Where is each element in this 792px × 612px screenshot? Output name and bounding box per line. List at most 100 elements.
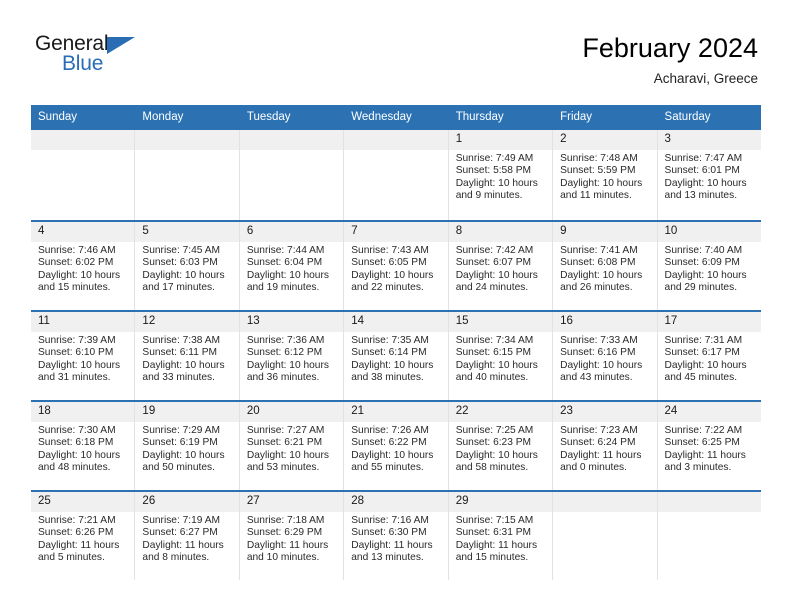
day-number: 8: [448, 222, 553, 242]
day-cell[interactable]: [657, 492, 761, 580]
daylight-text-line1: Daylight: 10 hours: [455, 449, 538, 461]
sunrise-text: Sunrise: 7:38 AM: [142, 335, 221, 346]
day-number: 27: [239, 492, 344, 512]
day-cell[interactable]: 5 Sunrise: 7:45 AM Sunset: 6:03 PM Dayli…: [135, 222, 240, 310]
day-cell[interactable]: [135, 130, 240, 220]
day-number: 18: [31, 402, 135, 422]
day-details: [240, 150, 343, 153]
sunrise-text: Sunrise: 7:36 AM: [246, 335, 325, 346]
daylight-text-line1: Daylight: 10 hours: [560, 177, 643, 189]
day-number: 22: [448, 402, 553, 422]
day-cell[interactable]: 8 Sunrise: 7:42 AM Sunset: 6:07 PM Dayli…: [448, 222, 554, 310]
weekday-header-wednesday: Wednesday: [344, 105, 449, 130]
day-cell[interactable]: 27 Sunrise: 7:18 AM Sunset: 6:29 PM Dayl…: [239, 492, 345, 580]
day-details: Sunrise: 7:36 AM Sunset: 6:12 PM Dayligh…: [240, 332, 343, 384]
daylight-text-line1: Daylight: 10 hours: [351, 359, 434, 371]
sunrise-text: Sunrise: 7:23 AM: [560, 425, 638, 436]
day-cell[interactable]: 1 Sunrise: 7:49 AM Sunset: 5:58 PM Dayli…: [448, 130, 554, 220]
day-cell[interactable]: 22 Sunrise: 7:25 AM Sunset: 6:23 PM Dayl…: [448, 402, 554, 490]
day-details: [553, 512, 656, 515]
daylight-text-line1: Daylight: 10 hours: [246, 449, 329, 461]
day-number: 10: [657, 222, 761, 242]
day-details: Sunrise: 7:44 AM Sunset: 6:04 PM Dayligh…: [240, 242, 343, 294]
day-number: 24: [657, 402, 761, 422]
day-cell[interactable]: 20 Sunrise: 7:27 AM Sunset: 6:21 PM Dayl…: [239, 402, 345, 490]
sunset-text: Sunset: 6:01 PM: [664, 165, 740, 177]
sunrise-text: Sunrise: 7:47 AM: [664, 153, 743, 164]
sunset-text: Sunset: 6:18 PM: [38, 437, 114, 449]
day-cell[interactable]: [239, 130, 345, 220]
day-number: 4: [31, 222, 135, 242]
sunset-text: Sunset: 6:05 PM: [351, 257, 427, 269]
day-cell[interactable]: 24 Sunrise: 7:22 AM Sunset: 6:25 PM Dayl…: [657, 402, 761, 490]
sunset-text: Sunset: 6:31 PM: [455, 527, 532, 539]
day-details: Sunrise: 7:38 AM Sunset: 6:11 PM Dayligh…: [135, 332, 238, 384]
daylight-text-line2: and 15 minutes.: [455, 551, 529, 563]
day-cell[interactable]: 6 Sunrise: 7:44 AM Sunset: 6:04 PM Dayli…: [239, 222, 345, 310]
day-cell[interactable]: 10 Sunrise: 7:40 AM Sunset: 6:09 PM Dayl…: [657, 222, 761, 310]
day-cell[interactable]: 21 Sunrise: 7:26 AM Sunset: 6:22 PM Dayl…: [344, 402, 449, 490]
day-number: 25: [31, 492, 135, 512]
daylight-text-line2: and 36 minutes.: [246, 371, 320, 383]
day-cell[interactable]: 7 Sunrise: 7:43 AM Sunset: 6:05 PM Dayli…: [344, 222, 449, 310]
daylight-text-line2: and 48 minutes.: [38, 461, 111, 473]
day-number: 15: [448, 312, 553, 332]
day-details: Sunrise: 7:42 AM Sunset: 6:07 PM Dayligh…: [449, 242, 552, 294]
weekday-header-saturday: Saturday: [664, 111, 711, 123]
day-cell[interactable]: 12 Sunrise: 7:38 AM Sunset: 6:11 PM Dayl…: [135, 312, 240, 400]
day-cell[interactable]: [31, 130, 136, 220]
sunset-text: Sunset: 6:11 PM: [142, 347, 217, 359]
logo-triangle-icon: [107, 37, 135, 54]
day-cell[interactable]: 19 Sunrise: 7:29 AM Sunset: 6:19 PM Dayl…: [135, 402, 240, 490]
daylight-text-line1: Daylight: 10 hours: [142, 359, 225, 371]
day-cell[interactable]: 16 Sunrise: 7:33 AM Sunset: 6:16 PM Dayl…: [553, 312, 658, 400]
sunset-text: Sunset: 6:14 PM: [351, 347, 427, 359]
sunset-text: Sunset: 6:23 PM: [455, 437, 532, 449]
day-cell[interactable]: [344, 130, 449, 220]
sunset-text: Sunset: 5:58 PM: [455, 165, 532, 177]
week-row: 25 Sunrise: 7:21 AM Sunset: 6:26 PM Dayl…: [31, 490, 761, 580]
day-number: 16: [553, 312, 657, 332]
sunrise-text: Sunrise: 7:35 AM: [351, 335, 429, 346]
day-cell[interactable]: 15 Sunrise: 7:34 AM Sunset: 6:15 PM Dayl…: [448, 312, 554, 400]
day-cell[interactable]: 26 Sunrise: 7:19 AM Sunset: 6:27 PM Dayl…: [135, 492, 240, 580]
day-cell[interactable]: 28 Sunrise: 7:16 AM Sunset: 6:30 PM Dayl…: [344, 492, 449, 580]
daylight-text-line2: and 15 minutes.: [38, 281, 111, 293]
daylight-text-line1: Daylight: 10 hours: [560, 269, 643, 281]
day-details: Sunrise: 7:27 AM Sunset: 6:21 PM Dayligh…: [240, 422, 343, 474]
day-cell[interactable]: 18 Sunrise: 7:30 AM Sunset: 6:18 PM Dayl…: [31, 402, 136, 490]
general-blue-logo[interactable]: General Blue: [34, 30, 149, 82]
day-number: 23: [553, 402, 657, 422]
day-cell[interactable]: 2 Sunrise: 7:48 AM Sunset: 5:59 PM Dayli…: [553, 130, 658, 220]
sunrise-text: Sunrise: 7:34 AM: [455, 335, 534, 346]
sunrise-text: Sunrise: 7:33 AM: [560, 335, 638, 346]
day-cell[interactable]: 9 Sunrise: 7:41 AM Sunset: 6:08 PM Dayli…: [553, 222, 658, 310]
day-cell[interactable]: 4 Sunrise: 7:46 AM Sunset: 6:02 PM Dayli…: [31, 222, 136, 310]
day-cell[interactable]: 14 Sunrise: 7:35 AM Sunset: 6:14 PM Dayl…: [344, 312, 449, 400]
day-details: Sunrise: 7:40 AM Sunset: 6:09 PM Dayligh…: [658, 242, 761, 294]
day-number: [135, 130, 239, 150]
day-number: 29: [448, 492, 553, 512]
day-details: Sunrise: 7:25 AM Sunset: 6:23 PM Dayligh…: [449, 422, 552, 474]
sunset-text: Sunset: 6:15 PM: [455, 347, 532, 359]
day-details: Sunrise: 7:41 AM Sunset: 6:08 PM Dayligh…: [553, 242, 656, 294]
day-cell[interactable]: 29 Sunrise: 7:15 AM Sunset: 6:31 PM Dayl…: [448, 492, 554, 580]
day-number: 13: [239, 312, 344, 332]
day-details: Sunrise: 7:33 AM Sunset: 6:16 PM Dayligh…: [553, 332, 656, 384]
weekday-header-monday: Monday: [135, 105, 240, 130]
day-cell[interactable]: 25 Sunrise: 7:21 AM Sunset: 6:26 PM Dayl…: [31, 492, 136, 580]
day-cell[interactable]: 3 Sunrise: 7:47 AM Sunset: 6:01 PM Dayli…: [657, 130, 761, 220]
day-cell[interactable]: [553, 492, 658, 580]
day-number: 12: [135, 312, 239, 332]
day-details: Sunrise: 7:49 AM Sunset: 5:58 PM Dayligh…: [449, 150, 552, 202]
calendar-page: General Blue February 2024 Acharavi, Gre…: [0, 0, 792, 612]
daylight-text-line1: Daylight: 10 hours: [455, 359, 538, 371]
daylight-text-line2: and 13 minutes.: [664, 189, 738, 201]
day-details: Sunrise: 7:23 AM Sunset: 6:24 PM Dayligh…: [553, 422, 656, 474]
day-cell[interactable]: 17 Sunrise: 7:31 AM Sunset: 6:17 PM Dayl…: [657, 312, 761, 400]
day-details: Sunrise: 7:29 AM Sunset: 6:19 PM Dayligh…: [135, 422, 238, 474]
day-cell[interactable]: 23 Sunrise: 7:23 AM Sunset: 6:24 PM Dayl…: [553, 402, 658, 490]
day-cell[interactable]: 13 Sunrise: 7:36 AM Sunset: 6:12 PM Dayl…: [239, 312, 345, 400]
page-header: General Blue February 2024 Acharavi, Gre…: [0, 0, 792, 104]
day-cell[interactable]: 11 Sunrise: 7:39 AM Sunset: 6:10 PM Dayl…: [31, 312, 136, 400]
